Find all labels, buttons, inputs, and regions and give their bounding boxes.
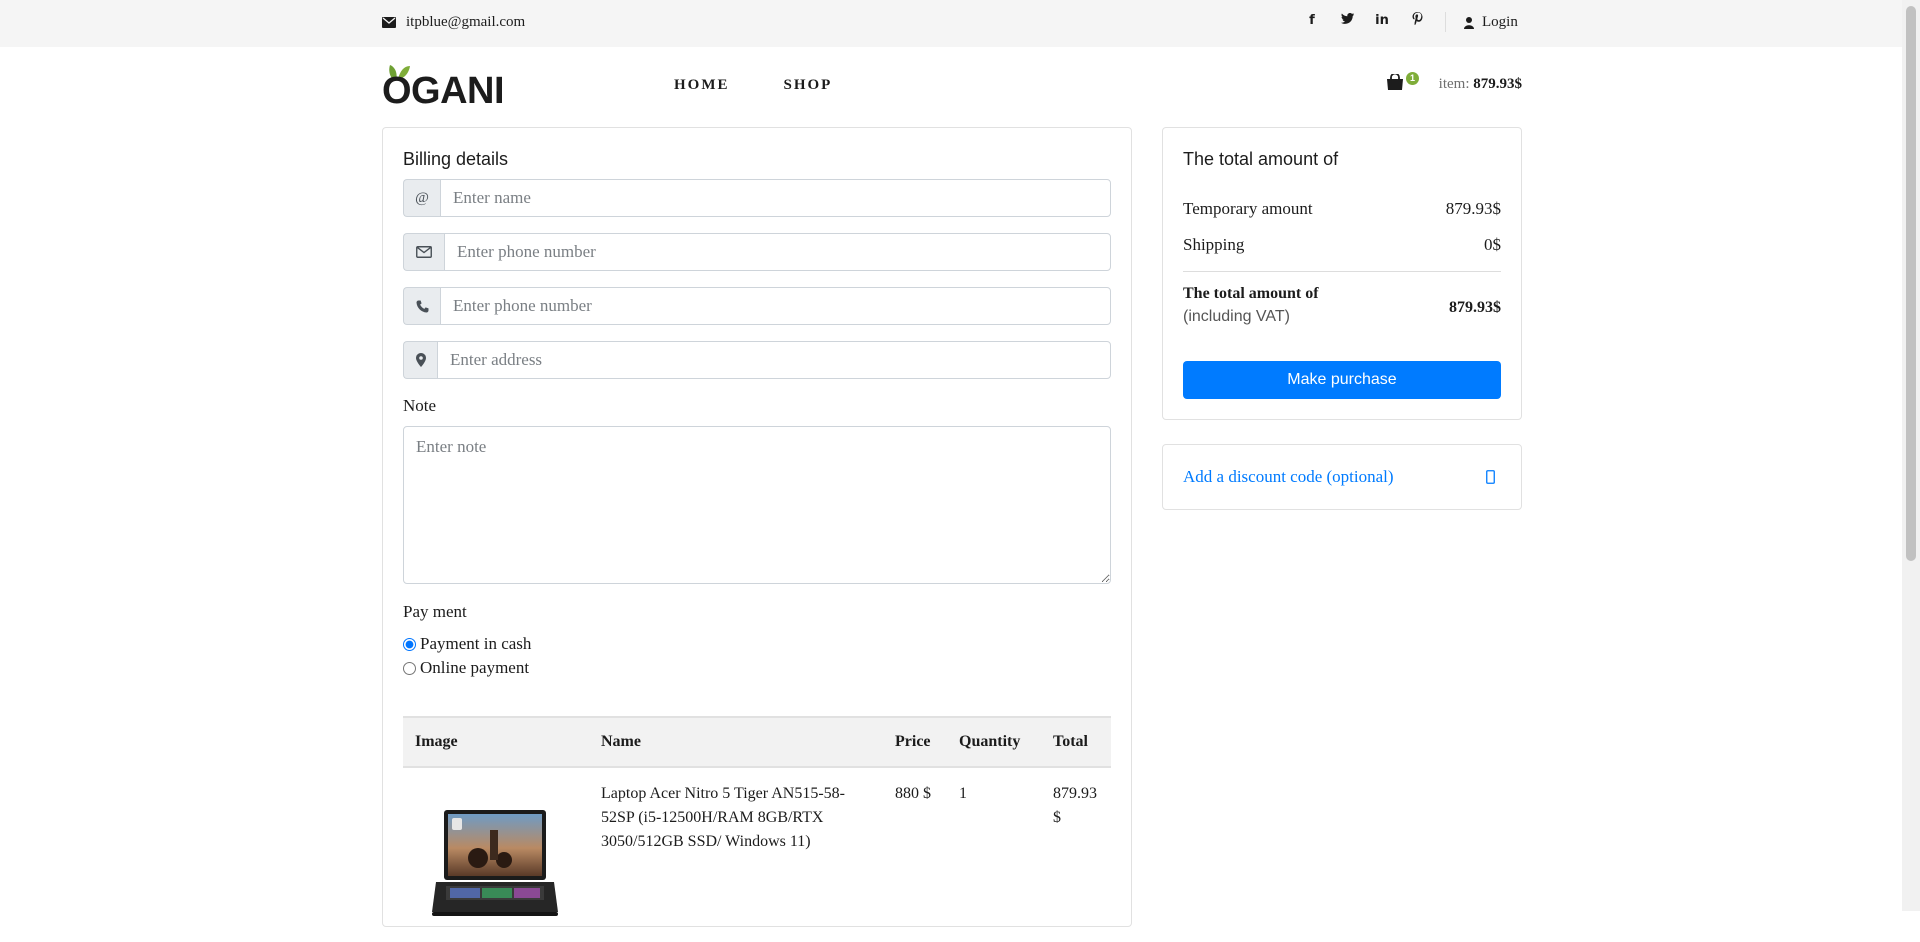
login-label: Login <box>1482 14 1518 30</box>
col-name: Name <box>589 716 883 768</box>
temporary-amount-row: Temporary amount 879.93$ <box>1183 199 1501 219</box>
payment-cash-radio[interactable] <box>403 637 416 651</box>
order-summary-card: The total amount of Temporary amount 879… <box>1162 127 1522 420</box>
product-name[interactable]: Laptop Acer Nitro 5 Tiger AN515-58-52SP … <box>589 767 883 942</box>
billing-title: Billing details <box>403 149 509 169</box>
phone-icon <box>403 287 440 325</box>
envelope-icon <box>403 233 444 271</box>
col-quantity: Quantity <box>947 716 1041 768</box>
payment-cash-label: Payment in cash <box>420 634 532 653</box>
grand-total-vat-note: (including VAT) <box>1183 308 1290 325</box>
email-text: itpblue@gmail.com <box>406 14 526 30</box>
payment-online-label: Online payment <box>420 658 530 677</box>
cart-count-badge: 1 <box>1406 72 1419 85</box>
phone-input-group <box>403 287 1111 325</box>
logo-text: OGANI <box>382 70 505 112</box>
product-image[interactable] <box>430 808 560 920</box>
table-header-row: Image Name Price Quantity Total <box>403 716 1111 768</box>
payment-label: Pay ment <box>403 602 467 621</box>
social-links: f in <box>1305 12 1424 29</box>
name-input-group: @ <box>403 179 1111 217</box>
at-prefix: @ <box>403 179 440 217</box>
cart-total-amount: 879.93$ <box>1473 76 1522 92</box>
payment-online-option[interactable]: Online payment <box>403 658 529 678</box>
billing-card: Billing details @ Note Pay ment Payment … <box>382 127 1132 927</box>
product-image-cell <box>403 767 589 942</box>
shipping-label: Shipping <box>1183 235 1245 254</box>
header-email: itpblue@gmail.com <box>382 14 525 31</box>
main-nav: HOME SHOP <box>674 77 832 94</box>
page-scrollbar[interactable] <box>1902 0 1920 911</box>
shipping-row: Shipping 0$ <box>1183 235 1501 255</box>
payment-cash-option[interactable]: Payment in cash <box>403 634 531 654</box>
note-label: Note <box>403 396 437 415</box>
make-purchase-button[interactable]: Make purchase <box>1183 361 1501 399</box>
facebook-icon[interactable]: f <box>1305 13 1319 28</box>
col-image: Image <box>403 716 589 768</box>
address-input[interactable] <box>437 341 1111 379</box>
table-row: Laptop Acer Nitro 5 Tiger AN515-58-52SP … <box>403 767 1111 942</box>
twitter-icon[interactable] <box>1340 13 1354 28</box>
email-input[interactable] <box>444 233 1111 271</box>
shopping-bag-icon <box>1387 72 1403 90</box>
scrollbar-thumb[interactable] <box>1906 6 1916 561</box>
discount-card[interactable]: Add a discount code (optional) <box>1162 444 1522 510</box>
address-input-group <box>403 341 1111 379</box>
temporary-amount-value: 879.93$ <box>1445 199 1501 218</box>
col-price: Price <box>883 716 947 768</box>
summary-divider <box>1183 271 1501 272</box>
temporary-amount-label: Temporary amount <box>1183 199 1313 218</box>
email-input-group <box>403 233 1111 271</box>
phone-input[interactable] <box>440 287 1111 325</box>
user-icon <box>1464 16 1474 29</box>
grand-total-value: 879.93$ <box>1449 299 1501 316</box>
envelope-icon <box>382 17 396 28</box>
site-logo[interactable]: OGANI <box>382 62 512 112</box>
top-bar: itpblue@gmail.com f in Login <box>0 0 1902 47</box>
product-price: 880 $ <box>895 785 931 802</box>
product-total: 879.93 $ <box>1053 785 1097 826</box>
cart-total: item: 879.93$ <box>1439 76 1522 93</box>
add-discount-link[interactable]: Add a discount code (optional) <box>1183 467 1394 487</box>
col-total: Total <box>1041 716 1111 768</box>
nav-shop[interactable]: SHOP <box>784 77 833 94</box>
grand-total-title: The total amount of <box>1183 285 1319 302</box>
order-table: Image Name Price Quantity Total Laptop A… <box>403 716 1111 942</box>
pinterest-icon[interactable] <box>1410 12 1424 29</box>
product-quantity: 1 <box>959 785 967 802</box>
cart-button[interactable]: 1 <box>1386 72 1419 95</box>
note-textarea[interactable] <box>403 426 1111 584</box>
nav-home[interactable]: HOME <box>674 77 730 94</box>
summary-title: The total amount of <box>1183 149 1339 169</box>
shipping-value: 0$ <box>1484 235 1501 254</box>
mobile-icon <box>1486 470 1495 484</box>
name-input[interactable] <box>440 179 1111 217</box>
map-marker-icon <box>403 341 437 379</box>
topbar-divider <box>1445 12 1446 32</box>
cart-total-label: item: <box>1438 76 1470 92</box>
linkedin-icon[interactable]: in <box>1375 13 1389 28</box>
login-link[interactable]: Login <box>1464 14 1518 31</box>
payment-online-radio[interactable] <box>403 661 416 675</box>
grand-total-label: The total amount of (including VAT) <box>1183 285 1319 326</box>
